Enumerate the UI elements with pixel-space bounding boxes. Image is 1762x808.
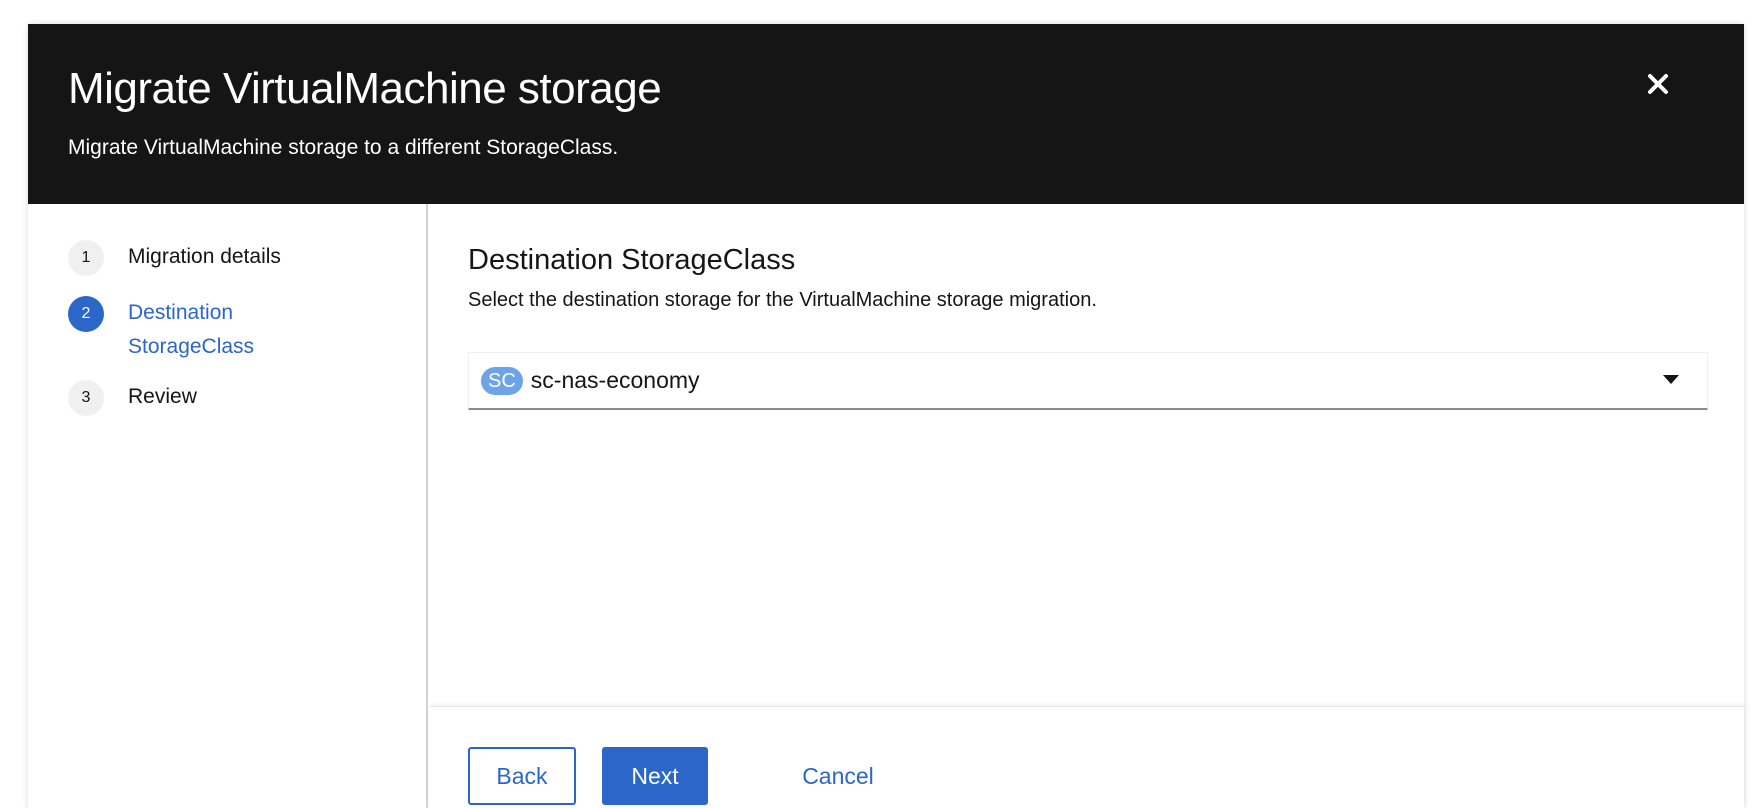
close-icon <box>1648 74 1668 94</box>
caret-down-icon <box>1663 375 1679 384</box>
wizard-footer: Back Next Cancel <box>430 706 1744 808</box>
storageclass-select[interactable]: SC sc-nas-economy <box>468 352 1708 410</box>
modal-title: Migrate VirtualMachine storage <box>68 64 662 113</box>
step-number: 1 <box>68 240 104 276</box>
close-button[interactable] <box>1640 66 1676 102</box>
modal-header: Migrate VirtualMachine storage Migrate V… <box>28 24 1744 204</box>
wizard-nav: 1 Migration details 2 Destination Storag… <box>28 204 428 808</box>
wizard-step-migration-details[interactable]: 1 Migration details <box>68 240 288 276</box>
wizard-step-destination-storageclass[interactable]: 2 Destination StorageClass <box>68 296 288 364</box>
section-heading: Destination StorageClass <box>468 244 796 276</box>
back-button[interactable]: Back <box>468 747 576 805</box>
step-number: 2 <box>68 296 104 332</box>
migrate-storage-modal: Migrate VirtualMachine storage Migrate V… <box>28 24 1744 808</box>
step-label: Review <box>128 385 197 408</box>
next-button[interactable]: Next <box>602 747 708 805</box>
step-label: Destination StorageClass <box>128 301 255 358</box>
storageclass-badge: SC <box>481 366 523 395</box>
step-content: Destination StorageClass Select the dest… <box>468 244 1708 410</box>
wizard-step-review[interactable]: 3 Review <box>68 380 288 416</box>
step-label: Migration details <box>128 245 281 268</box>
step-number: 3 <box>68 380 104 416</box>
modal-subtitle: Migrate VirtualMachine storage to a diff… <box>68 136 619 159</box>
storageclass-select-value: sc-nas-economy <box>530 367 700 393</box>
section-description: Select the destination storage for the V… <box>468 289 1097 311</box>
cancel-button[interactable]: Cancel <box>778 747 898 805</box>
